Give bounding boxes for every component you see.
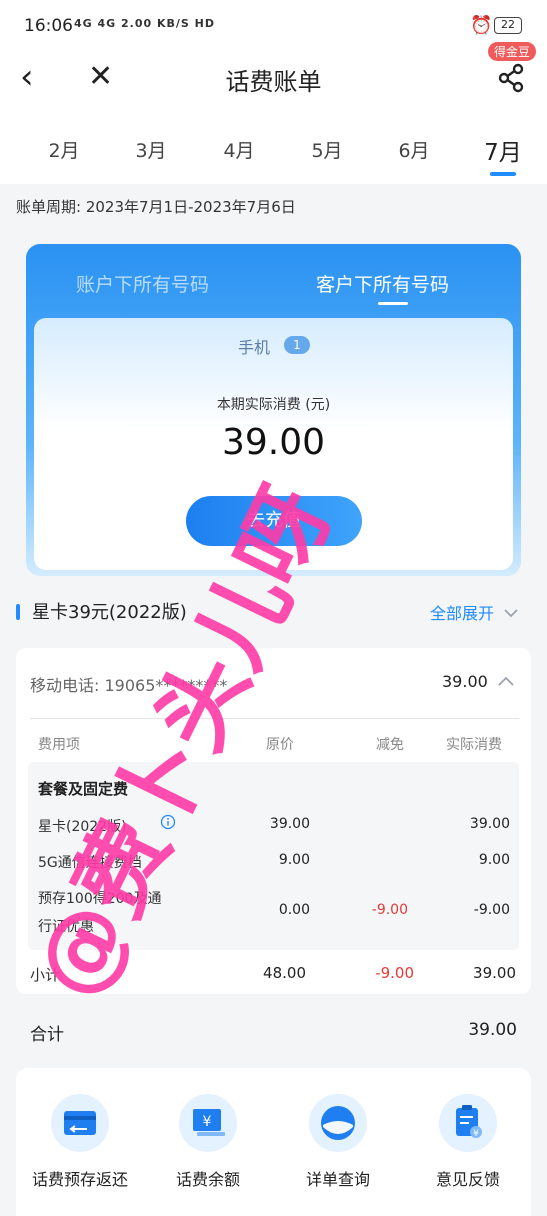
row-name: 5G通信连接费档: [38, 855, 142, 871]
tab-account-numbers[interactable]: 账户下所有号码: [76, 270, 209, 297]
row-actual: 39.00: [469, 816, 510, 832]
expand-all-button[interactable]: 全部展开: [430, 600, 519, 624]
billing-period: 账单周期: 2023年7月1日-2023年7月6日: [16, 198, 296, 216]
chevron-up-icon: [498, 676, 514, 686]
tab-month-4[interactable]: 4月: [209, 136, 269, 163]
action-feedback[interactable]: ¥ 意见反馈: [408, 1094, 528, 1190]
bill-detail-card: 移动电话: 19065********* 39.00 费用项 原价 减免 实际消…: [16, 648, 531, 994]
header-item: 费用项: [38, 737, 80, 753]
row-actual: -9.00: [473, 902, 510, 918]
bowl-search-icon: [309, 1094, 367, 1152]
action-label: 意见反馈: [435, 1170, 500, 1189]
row-discount: -9.00: [371, 902, 408, 918]
row-name-line2: 行证优惠: [38, 919, 94, 935]
plan-accent-bar: [16, 604, 20, 620]
package-section: 套餐及固定费 星卡(2022版) 39.00 39.00 5G通信连接费档 9.…: [28, 762, 519, 950]
share-icon[interactable]: [496, 62, 528, 98]
tab-month-6[interactable]: 6月: [384, 136, 444, 163]
total-value: 39.00: [468, 1020, 517, 1040]
chevron-down-icon: [504, 609, 518, 618]
subtotal-original: 48.00: [263, 964, 306, 982]
tab-month-3[interactable]: 3月: [121, 136, 181, 163]
row-original: 39.00: [269, 816, 310, 832]
svg-text:¥: ¥: [203, 1114, 212, 1130]
action-label: 详单查询: [305, 1170, 370, 1189]
alarm-icon: ⏰: [470, 15, 493, 36]
yuan-wallet-icon: ¥: [179, 1094, 237, 1152]
mobile-amount-toggle[interactable]: 39.00: [442, 672, 515, 691]
subtotal-actual: 39.00: [473, 964, 516, 982]
subtotal-label: 小计: [30, 966, 61, 984]
phone-tab[interactable]: 手机: [238, 334, 270, 358]
summary-card: 账户下所有号码 客户下所有号码 手机 1 本期实际消费 (元) 39.00 去充…: [26, 244, 521, 576]
status-time: 16:06: [24, 16, 73, 36]
consume-amount: 39.00: [221, 422, 326, 463]
expand-all-label: 全部展开: [430, 604, 495, 623]
mobile-number: 移动电话: 19065*********: [30, 676, 228, 695]
page-title: 话费账单: [225, 68, 322, 96]
action-balance[interactable]: ¥ 话费余额: [148, 1094, 268, 1190]
status-bar: 16:06 4G 4G 2.00 KB/S HD ⏰ 22: [0, 0, 547, 52]
svg-text:¥: ¥: [473, 1129, 479, 1139]
tab-month-7[interactable]: 7月: [473, 133, 533, 167]
row-name: 星卡(2022版): [38, 819, 127, 835]
quick-actions-panel: 话费预存返还 ¥ 话费余额 详单查询 ¥ 意见反馈: [16, 1068, 531, 1216]
summary-tab-indicator: [378, 302, 408, 305]
action-prepay-return[interactable]: 话费预存返还: [20, 1094, 140, 1190]
card-return-icon: [51, 1094, 109, 1152]
info-icon[interactable]: [160, 814, 176, 834]
network-indicator: 4G 4G 2.00 KB/S HD: [74, 17, 216, 30]
divider: [30, 718, 519, 719]
action-detail-query[interactable]: 详单查询: [278, 1094, 398, 1190]
recharge-button[interactable]: 去充值: [186, 496, 362, 546]
top-navbar: ‹ ✕ 话费账单: [0, 52, 547, 106]
gold-bean-badge[interactable]: 得金豆: [488, 42, 537, 61]
section-title: 套餐及固定费: [38, 780, 129, 798]
row-name-line1: 预存100得200及通: [38, 891, 162, 907]
subtotal-discount: -9.00: [375, 964, 414, 982]
row-actual: 9.00: [478, 852, 510, 868]
tab-month-2[interactable]: 2月: [34, 136, 94, 163]
header-original: 原价: [266, 737, 294, 753]
consume-label: 本期实际消费 (元): [216, 397, 331, 413]
total-label: 合计: [30, 1025, 64, 1045]
header-actual: 实际消费: [446, 737, 502, 753]
action-label: 话费余额: [175, 1170, 240, 1189]
mobile-amount: 39.00: [442, 672, 488, 691]
plan-name: 星卡39元(2022版): [32, 602, 187, 623]
consumption-panel: 手机 1 本期实际消费 (元) 39.00 去充值: [34, 318, 513, 570]
active-tab-indicator: [490, 172, 516, 176]
clipboard-yuan-icon: ¥: [439, 1094, 497, 1152]
phone-count-badge: 1: [284, 336, 310, 354]
action-label: 话费预存返还: [31, 1170, 128, 1189]
grand-total: 合计 39.00: [0, 1010, 547, 1054]
battery-icon: 22: [494, 17, 522, 34]
header-discount: 减免: [376, 737, 404, 753]
row-original: 0.00: [278, 902, 310, 918]
row-original: 9.00: [278, 852, 310, 868]
tab-month-5[interactable]: 5月: [297, 136, 357, 163]
tab-customer-numbers[interactable]: 客户下所有号码: [316, 270, 449, 297]
month-tabs: 2月 3月 4月 5月 6月 7月: [0, 106, 547, 184]
